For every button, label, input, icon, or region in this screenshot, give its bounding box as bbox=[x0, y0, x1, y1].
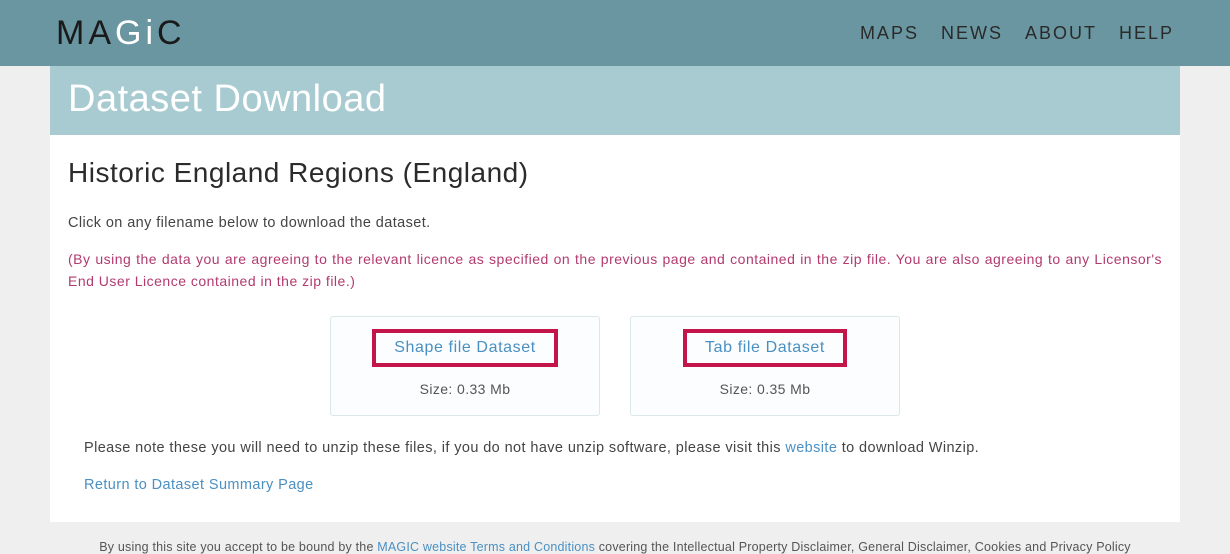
nav-news[interactable]: NEWS bbox=[941, 23, 1003, 44]
title-bar: Dataset Download bbox=[50, 66, 1180, 135]
unzip-note: Please note these you will need to unzip… bbox=[84, 440, 1162, 456]
site-footer: By using this site you accept to be boun… bbox=[50, 540, 1180, 554]
download-card-shape: Shape file Dataset Size: 0.33 Mb bbox=[330, 316, 600, 416]
nav-about[interactable]: ABOUT bbox=[1025, 23, 1097, 44]
winzip-link[interactable]: website bbox=[785, 440, 837, 456]
return-link[interactable]: Return to Dataset Summary Page bbox=[84, 477, 314, 493]
footer-suffix: covering the Intellectual Property Discl… bbox=[595, 540, 1131, 554]
nav-maps[interactable]: MAPS bbox=[860, 23, 919, 44]
download-link-shape[interactable]: Shape file Dataset bbox=[372, 329, 558, 367]
intro-text: Click on any filename below to download … bbox=[68, 215, 1162, 231]
note-suffix: to download Winzip. bbox=[837, 440, 979, 456]
note-prefix: Please note these you will need to unzip… bbox=[84, 440, 785, 456]
content-area: Historic England Regions (England) Click… bbox=[50, 135, 1180, 522]
download-cards: Shape file Dataset Size: 0.33 Mb Tab fil… bbox=[68, 316, 1162, 416]
site-header: MAGiC MAPS NEWS ABOUT HELP bbox=[0, 0, 1230, 66]
license-text: (By using the data you are agreeing to t… bbox=[68, 249, 1162, 292]
footer-prefix: By using this site you accept to be boun… bbox=[99, 540, 377, 554]
footer-terms-link[interactable]: MAGIC website Terms and Conditions bbox=[377, 540, 595, 554]
main-nav: MAPS NEWS ABOUT HELP bbox=[860, 23, 1174, 44]
download-size-tab: Size: 0.35 Mb bbox=[641, 381, 889, 397]
site-logo[interactable]: MAGiC bbox=[56, 14, 186, 53]
page-title: Dataset Download bbox=[68, 78, 1160, 121]
page-container: Dataset Download Historic England Region… bbox=[50, 66, 1180, 522]
dataset-heading: Historic England Regions (England) bbox=[68, 157, 1162, 189]
download-card-tab: Tab file Dataset Size: 0.35 Mb bbox=[630, 316, 900, 416]
nav-help[interactable]: HELP bbox=[1119, 23, 1174, 44]
download-size-shape: Size: 0.33 Mb bbox=[341, 381, 589, 397]
download-link-tab[interactable]: Tab file Dataset bbox=[683, 329, 847, 367]
